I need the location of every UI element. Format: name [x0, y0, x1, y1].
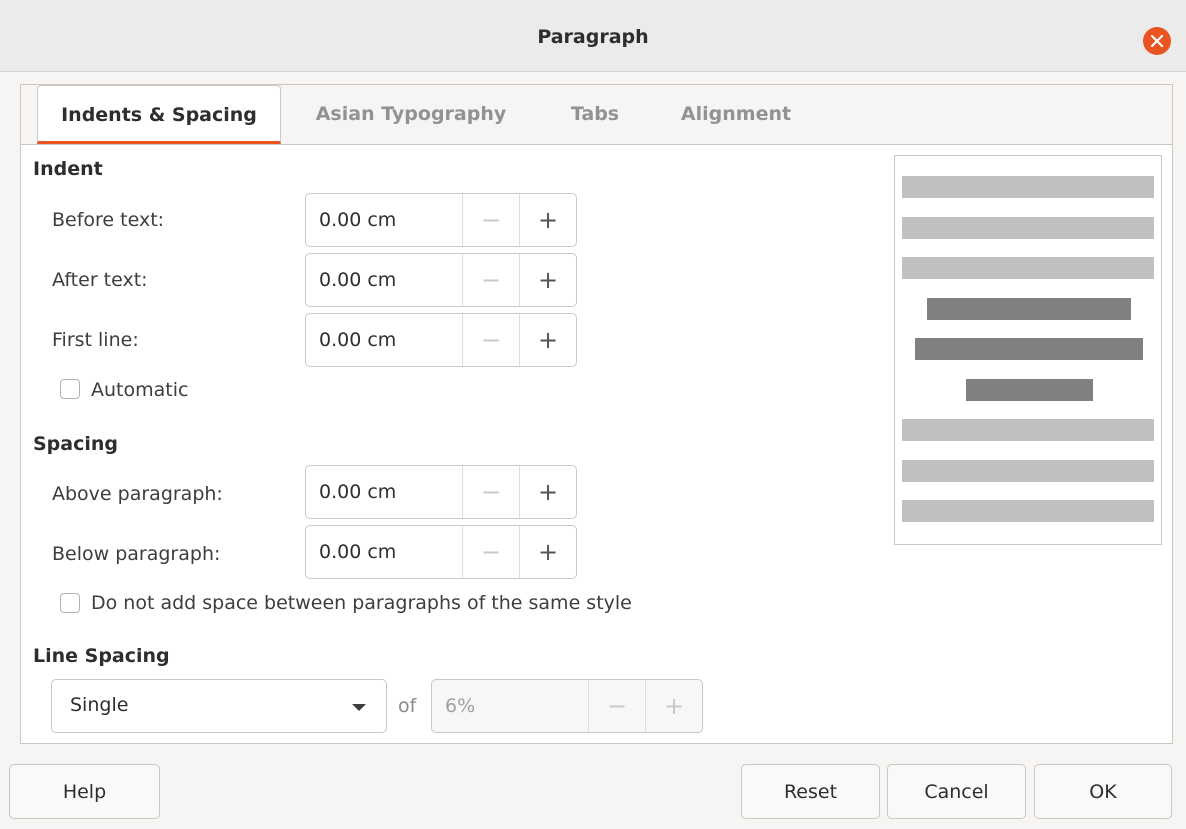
- below-paragraph-label: Below paragraph:: [52, 543, 221, 565]
- tab-bar: Indents & Spacing Asian Typography Tabs …: [21, 85, 1172, 145]
- plus-icon[interactable]: +: [519, 254, 576, 306]
- preview-line-current: [915, 338, 1143, 360]
- tab-alignment[interactable]: Alignment: [663, 85, 809, 145]
- cancel-button[interactable]: Cancel: [887, 764, 1026, 819]
- plus-icon[interactable]: +: [519, 526, 576, 578]
- preview-line: [902, 217, 1154, 239]
- indent-heading: Indent: [33, 158, 103, 180]
- first-line-label: First line:: [52, 329, 139, 351]
- minus-icon[interactable]: −: [462, 254, 519, 306]
- before-text-stepper[interactable]: 0.00 cm − +: [305, 193, 577, 247]
- tab-content-frame: Indents & Spacing Asian Typography Tabs …: [20, 84, 1173, 744]
- preview-line: [902, 419, 1154, 441]
- preview-line: [902, 500, 1154, 522]
- plus-icon: +: [645, 680, 702, 732]
- after-text-input[interactable]: 0.00 cm: [306, 254, 462, 306]
- paragraph-preview: [894, 155, 1162, 545]
- reset-button[interactable]: Reset: [741, 764, 880, 819]
- after-text-label: After text:: [52, 269, 148, 291]
- before-text-input[interactable]: 0.00 cm: [306, 194, 462, 246]
- above-paragraph-label: Above paragraph:: [52, 483, 223, 505]
- minus-icon: −: [588, 680, 645, 732]
- preview-line-current: [927, 298, 1131, 320]
- line-spacing-value-stepper: 6% − +: [431, 679, 703, 733]
- help-button[interactable]: Help: [9, 764, 160, 819]
- before-text-label: Before text:: [52, 209, 165, 231]
- after-text-stepper[interactable]: 0.00 cm − +: [305, 253, 577, 307]
- ok-button[interactable]: OK: [1034, 764, 1172, 819]
- line-spacing-value-input: 6%: [445, 695, 476, 717]
- first-line-input[interactable]: 0.00 cm: [306, 314, 462, 366]
- minus-icon[interactable]: −: [462, 466, 519, 518]
- line-spacing-select[interactable]: Single: [51, 679, 387, 733]
- plus-icon[interactable]: +: [519, 466, 576, 518]
- minus-icon[interactable]: −: [462, 314, 519, 366]
- minus-icon[interactable]: −: [462, 194, 519, 246]
- close-icon: [1151, 35, 1163, 47]
- chevron-down-icon: [352, 704, 366, 711]
- no-space-same-style-label[interactable]: Do not add space between paragraphs of t…: [91, 592, 632, 614]
- title-bar: Paragraph: [0, 0, 1186, 72]
- automatic-label[interactable]: Automatic: [91, 379, 188, 401]
- preview-line: [902, 257, 1154, 279]
- above-paragraph-stepper[interactable]: 0.00 cm − +: [305, 465, 577, 519]
- preview-line: [902, 176, 1154, 198]
- automatic-checkbox[interactable]: [60, 379, 80, 399]
- below-paragraph-input[interactable]: 0.00 cm: [306, 526, 462, 578]
- line-spacing-heading: Line Spacing: [33, 645, 170, 667]
- preview-line: [902, 460, 1154, 482]
- spacing-heading: Spacing: [33, 433, 119, 455]
- plus-icon[interactable]: +: [519, 194, 576, 246]
- no-space-same-style-checkbox[interactable]: [60, 593, 80, 613]
- dialog-title: Paragraph: [537, 26, 649, 48]
- close-button[interactable]: [1143, 27, 1171, 55]
- tab-tabs[interactable]: Tabs: [553, 85, 637, 145]
- first-line-stepper[interactable]: 0.00 cm − +: [305, 313, 577, 367]
- tab-indents-spacing[interactable]: Indents & Spacing: [37, 85, 281, 144]
- plus-icon[interactable]: +: [519, 314, 576, 366]
- tab-asian-typography[interactable]: Asian Typography: [301, 85, 521, 145]
- below-paragraph-stepper[interactable]: 0.00 cm − +: [305, 525, 577, 579]
- minus-icon[interactable]: −: [462, 526, 519, 578]
- preview-line-current: [966, 379, 1093, 401]
- above-paragraph-input[interactable]: 0.00 cm: [306, 466, 462, 518]
- of-label: of: [398, 695, 417, 717]
- line-spacing-selected: Single: [70, 694, 129, 716]
